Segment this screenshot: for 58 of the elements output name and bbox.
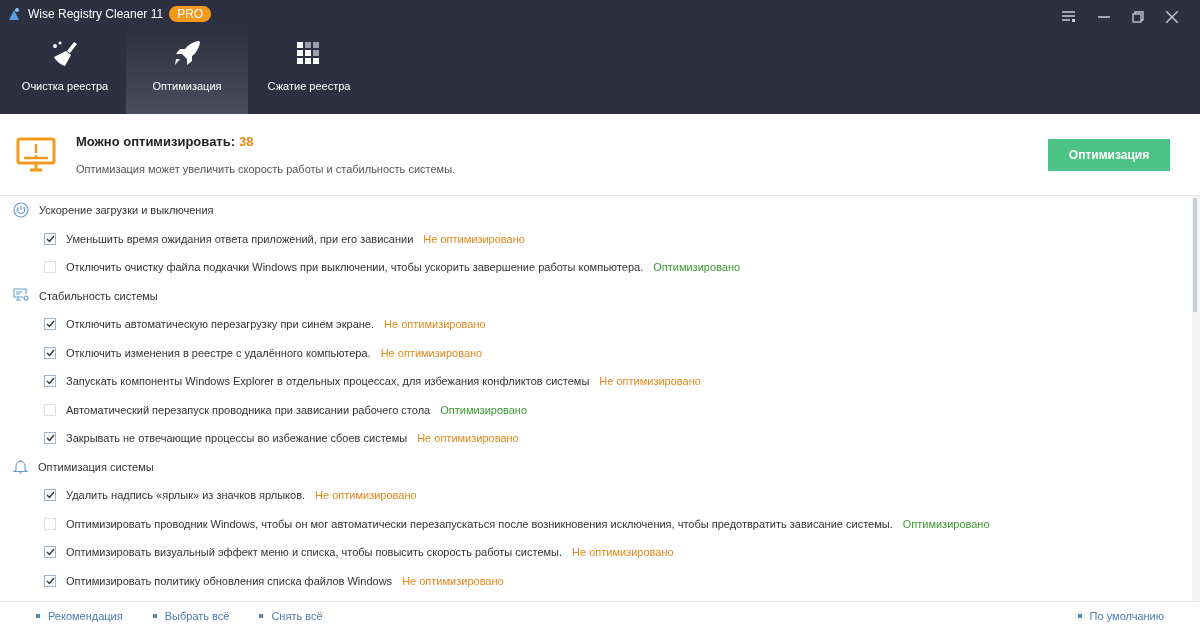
app-logo-icon	[6, 6, 22, 22]
option-label: Запускать компоненты Windows Explorer в отдельных процессах, для избежания конфликтов системы	[66, 374, 590, 389]
footer-link[interactable]: Рекомендация	[36, 607, 123, 625]
rocket-icon	[172, 39, 202, 68]
checkbox[interactable]	[44, 232, 56, 245]
status-label: Не оптимизировано	[417, 431, 519, 446]
option-label: Уменьшить время ожидания ответа приложений, при его зависании	[66, 231, 414, 247]
window-title: Wise Registry Cleaner 11	[28, 6, 164, 23]
status-label: Не оптимизировано	[380, 345, 483, 361]
tab[interactable]: Очистка реестра	[4, 28, 126, 114]
pro-badge: PRO	[169, 6, 212, 22]
status-label: Не оптимизировано	[423, 231, 525, 247]
checkbox[interactable]	[44, 546, 56, 559]
option-label: Удалить надпись «ярлык» из значков ярлыков.	[66, 488, 306, 503]
checkbox[interactable]	[44, 346, 56, 359]
option-label: Отключить изменения в реестре с удалённого компьютера.	[66, 345, 371, 361]
status-label: Не оптимизировано	[384, 317, 486, 332]
checkbox[interactable]	[44, 318, 56, 331]
warning-monitor-icon	[16, 136, 56, 173]
footer-link[interactable]: По умолчанию	[1077, 607, 1164, 625]
checkbox[interactable]	[44, 517, 56, 530]
option-label: Закрывать не отвечающие процессы во избежание сбоев системы	[66, 431, 408, 446]
checkbox[interactable]	[44, 489, 56, 502]
group-title: Стабильность системы	[39, 288, 158, 304]
footer-link[interactable]: Снять всё	[259, 607, 323, 625]
status-label: Оптимизировано	[902, 516, 990, 532]
option-label: Оптимизировать политику обновления списка файлов Windows	[66, 573, 393, 589]
broom-icon	[50, 39, 80, 68]
summary-description: Оптимизация может увеличить скорость работы и стабильность системы.	[76, 162, 456, 177]
summary-title: Можно оптимизировать:	[76, 132, 236, 151]
menu-icon[interactable]	[1062, 11, 1076, 23]
checkbox[interactable]	[44, 261, 56, 274]
status-label: Оптимизировано	[653, 260, 741, 275]
option-label: Отключить автоматическую перезагрузку при синем экране.	[66, 317, 375, 332]
status-label: Не оптимизировано	[315, 488, 417, 503]
restore-icon[interactable]	[1132, 11, 1144, 23]
status-label: Оптимизировано	[440, 402, 528, 418]
checkbox[interactable]	[44, 574, 56, 587]
checkbox[interactable]	[44, 403, 56, 416]
monitor-icon	[13, 288, 29, 304]
option-label: Отключить очистку файла подкачки Windows при выключении, чтобы ускорить завершение работы компьютера.	[66, 260, 644, 275]
power-icon	[13, 202, 29, 219]
bell-icon	[13, 458, 28, 475]
group-title: Ускорение загрузки и выключения	[39, 203, 214, 218]
option-label: Оптимизировать проводник Windows, чтобы он мог автоматически перезапускаться после возникновения исключения, чтобы предотвратить зависание системы.	[66, 516, 893, 532]
status-label: Не оптимизировано	[599, 374, 701, 389]
option-label: Автоматический перезапуск проводника при зависании рабочего стола	[66, 402, 431, 418]
scrollbar-thumb[interactable]	[1193, 198, 1197, 312]
close-icon[interactable]	[1166, 11, 1178, 23]
status-label: Не оптимизировано	[572, 545, 674, 560]
option-label: Оптимизировать визуальный эффект меню и списка, чтобы повысить скорость работы системы.	[66, 545, 563, 560]
checkbox[interactable]	[44, 432, 56, 445]
checkbox[interactable]	[44, 375, 56, 388]
tab[interactable]: Сжатие реестра	[248, 28, 370, 114]
status-label: Не оптимизировано	[402, 573, 504, 589]
group-title: Оптимизация системы	[38, 459, 154, 475]
optimizable-count: 38	[239, 132, 254, 151]
footer-link[interactable]: Выбрать всё	[152, 607, 230, 625]
